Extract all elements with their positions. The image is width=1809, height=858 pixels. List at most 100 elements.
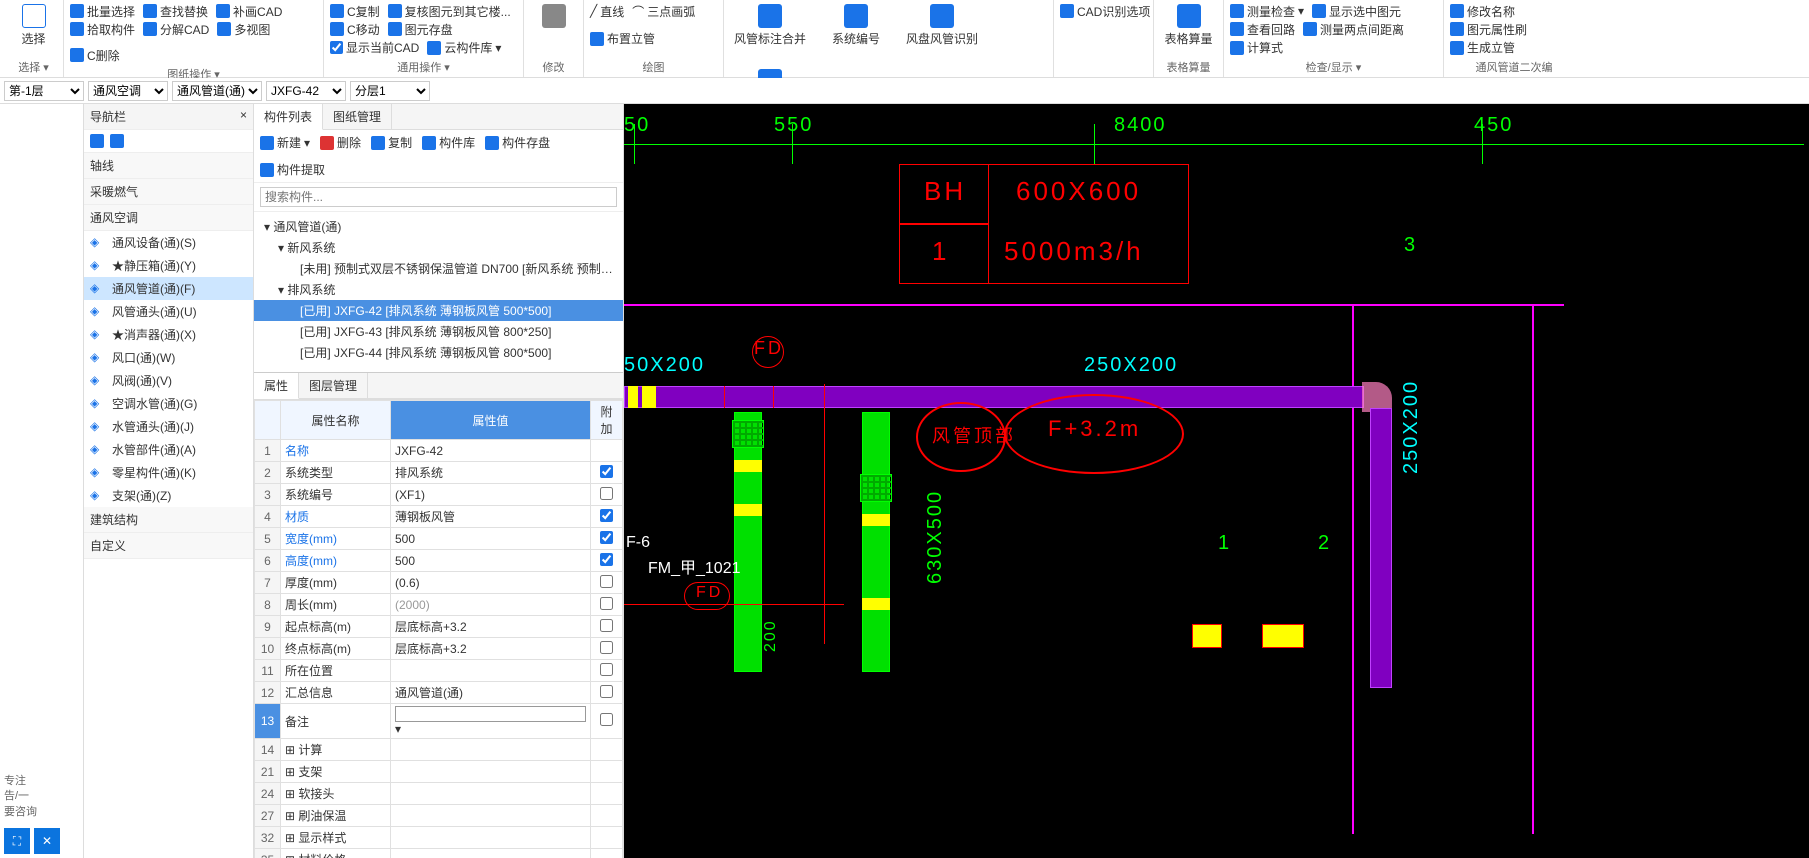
system-select[interactable]: 通风空调 — [88, 81, 168, 101]
save-comp-button[interactable]: 构件存盘 — [485, 134, 550, 151]
c-delete-button[interactable]: C删除 — [70, 46, 120, 64]
prop-extra-checkbox[interactable] — [600, 685, 613, 698]
c-copy-button[interactable]: C复制 — [330, 2, 380, 20]
prop-row[interactable]: 9起点标高(m)层底标高+3.2 — [255, 616, 623, 638]
table-calc-button[interactable]: 表格算量 — [1160, 2, 1217, 49]
nav-item[interactable]: ◈通风设备(通)(S) — [84, 231, 253, 254]
arc-button[interactable]: ⌒ 三点画弧 — [632, 2, 695, 20]
nav-item[interactable]: ◈支架(通)(Z) — [84, 484, 253, 507]
riser-button[interactable]: 布置立管 — [590, 30, 655, 48]
prop-row[interactable]: 13备注 ▾ — [255, 704, 623, 739]
element-save-button[interactable]: 图元存盘 — [388, 20, 453, 38]
tab-layer-mgmt[interactable]: 图层管理 — [299, 373, 368, 398]
nav-view-buttons[interactable] — [84, 130, 253, 153]
prop-row[interactable]: 3系统编号(XF1) — [255, 484, 623, 506]
merge-duct-label-button[interactable]: 风管标注合并 — [730, 2, 810, 49]
nav-section-arch[interactable]: 建筑结构 — [84, 507, 253, 533]
nav-item[interactable]: ◈★静压箱(通)(Y) — [84, 254, 253, 277]
rename-button[interactable]: 修改名称 — [1450, 2, 1515, 20]
nav-item[interactable]: ◈风口(通)(W) — [84, 346, 253, 369]
nav-item[interactable]: ◈通风管道(通)(F) — [84, 277, 253, 300]
prop-extra-checkbox[interactable] — [600, 509, 613, 522]
prop-row[interactable]: 32⊞ 显示样式 — [255, 827, 623, 849]
nav-item[interactable]: ◈风管通头(通)(U) — [84, 300, 253, 323]
prop-extra-checkbox[interactable] — [600, 713, 613, 726]
explode-cad-button[interactable]: 分解CAD — [143, 20, 209, 38]
prop-remark-input[interactable] — [395, 706, 586, 722]
prop-extra-checkbox[interactable] — [600, 487, 613, 500]
prop-row[interactable]: 27⊞ 刷油保温 — [255, 805, 623, 827]
pick-component-button[interactable]: 拾取构件 — [70, 20, 135, 38]
prop-extra-checkbox[interactable] — [600, 663, 613, 676]
prop-row[interactable]: 21⊞ 支架 — [255, 761, 623, 783]
properties-table[interactable]: 属性名称 属性值 附加 1名称JXFG-422系统类型排风系统3系统编号(XF1… — [254, 400, 623, 858]
tree-node[interactable]: [已用] JXFG-42 [排风系统 薄钢板风管 500*500] — [254, 300, 623, 321]
tab-drawing-mgmt[interactable]: 图纸管理 — [323, 104, 392, 129]
show-selected-button[interactable]: 显示选中图元 — [1312, 2, 1401, 20]
show-current-cad-checkbox[interactable]: 显示当前CAD — [330, 39, 419, 57]
fancoil-duct-recog-button[interactable]: 风盘风管识别 — [902, 2, 982, 49]
gen-riser-button[interactable]: 生成立管 — [1450, 39, 1515, 57]
prop-extra-checkbox[interactable] — [600, 553, 613, 566]
prop-extra-checkbox[interactable] — [600, 641, 613, 654]
lib-button[interactable]: 构件库 — [422, 134, 475, 151]
nav-section-custom[interactable]: 自定义 — [84, 533, 253, 559]
find-replace-button[interactable]: 查找替换 — [143, 2, 208, 20]
tab-component-list[interactable]: 构件列表 — [254, 104, 323, 130]
nav-item[interactable]: ◈零星构件(通)(K) — [84, 461, 253, 484]
prop-row[interactable]: 35⊞ 材料价格 — [255, 849, 623, 858]
prop-row[interactable]: 24⊞ 软接头 — [255, 783, 623, 805]
c-move-button[interactable]: C移动 — [330, 20, 380, 38]
nav-item[interactable]: ◈空调水管(通)(G) — [84, 392, 253, 415]
tree-node[interactable]: ▾ 排风系统 — [254, 279, 623, 300]
copy-to-floor-button[interactable]: 复核图元到其它楼... — [388, 2, 511, 20]
prop-extra-checkbox[interactable] — [600, 465, 613, 478]
prop-row[interactable]: 14⊞ 计算 — [255, 739, 623, 761]
prop-brush-button[interactable]: 图元属性刷 — [1450, 20, 1527, 38]
cad-recog-opts-button[interactable]: CAD识别选项 — [1060, 2, 1150, 20]
extract-comp-button[interactable]: 构件提取 — [260, 161, 325, 178]
dock-close-button[interactable]: ✕ — [34, 828, 60, 854]
nav-section-heating[interactable]: 采暖燃气 — [84, 179, 253, 205]
tree-node[interactable]: [已用] JXFG-44 [排风系统 薄钢板风管 800*500] — [254, 342, 623, 363]
prop-row[interactable]: 10终点标高(m)层底标高+3.2 — [255, 638, 623, 660]
prop-extra-checkbox[interactable] — [600, 597, 613, 610]
nav-section-hvac[interactable]: 通风空调 — [84, 205, 253, 231]
category-select[interactable]: 通风管道(通) — [172, 81, 262, 101]
tab-properties[interactable]: 属性 — [254, 373, 299, 399]
dock-expand-button[interactable]: ⛶ — [4, 828, 30, 854]
prop-row[interactable]: 2系统类型排风系统 — [255, 462, 623, 484]
nav-item[interactable]: ◈水管部件(通)(A) — [84, 438, 253, 461]
nav-item[interactable]: ◈水管通头(通)(J) — [84, 415, 253, 438]
prop-extra-checkbox[interactable] — [600, 531, 613, 544]
tree-node[interactable]: [未用] 预制式双层不锈钢保温管道 DN700 [新风系统 预制式双层... — [254, 258, 623, 279]
copy-button[interactable]: 复制 — [371, 134, 412, 151]
tree-node[interactable]: [已用] JXFG-43 [排风系统 薄钢板风管 800*250] — [254, 321, 623, 342]
line-button[interactable]: ╱ 直线 — [590, 2, 624, 20]
new-button[interactable]: 新建 ▾ — [260, 134, 310, 151]
calc-formula-button[interactable]: 计算式 — [1230, 39, 1283, 57]
system-number-button[interactable]: 系统编号 — [828, 2, 884, 49]
delete-button[interactable]: 删除 — [320, 134, 361, 151]
prop-row[interactable]: 8周长(mm)(2000) — [255, 594, 623, 616]
nav-item[interactable]: ◈★消声器(通)(X) — [84, 323, 253, 346]
view-loop-button[interactable]: 查看回路 — [1230, 20, 1295, 38]
component-search-input[interactable] — [260, 187, 617, 207]
prop-row[interactable]: 7厚度(mm)(0.6) — [255, 572, 623, 594]
multi-view-button[interactable]: 多视图 — [217, 20, 270, 38]
fill-cad-button[interactable]: 补画CAD — [216, 2, 282, 20]
layer-select[interactable]: 分层1 — [350, 81, 430, 101]
component-tree[interactable]: ▾ 通风管道(通)▾ 新风系统[未用] 预制式双层不锈钢保温管道 DN700 [… — [254, 212, 623, 372]
tree-node[interactable]: ▾ 通风管道(通) — [254, 216, 623, 237]
measure-dist-button[interactable]: 测量两点间距离 — [1303, 20, 1404, 38]
tree-node[interactable]: ▾ 新风系统 — [254, 237, 623, 258]
prop-row[interactable]: 5宽度(mm)500 — [255, 528, 623, 550]
prop-row[interactable]: 1名称JXFG-42 — [255, 440, 623, 462]
floor-select[interactable]: 第-1层 — [4, 81, 84, 101]
select-tool-button[interactable]: 选择 — [10, 2, 57, 49]
batch-select-button[interactable]: 批量选择 — [70, 2, 135, 20]
measure-check-button[interactable]: 测量检查 ▾ — [1230, 2, 1304, 20]
nav-item[interactable]: ◈风阀(通)(V) — [84, 369, 253, 392]
prop-extra-checkbox[interactable] — [600, 619, 613, 632]
prop-row[interactable]: 6高度(mm)500 — [255, 550, 623, 572]
